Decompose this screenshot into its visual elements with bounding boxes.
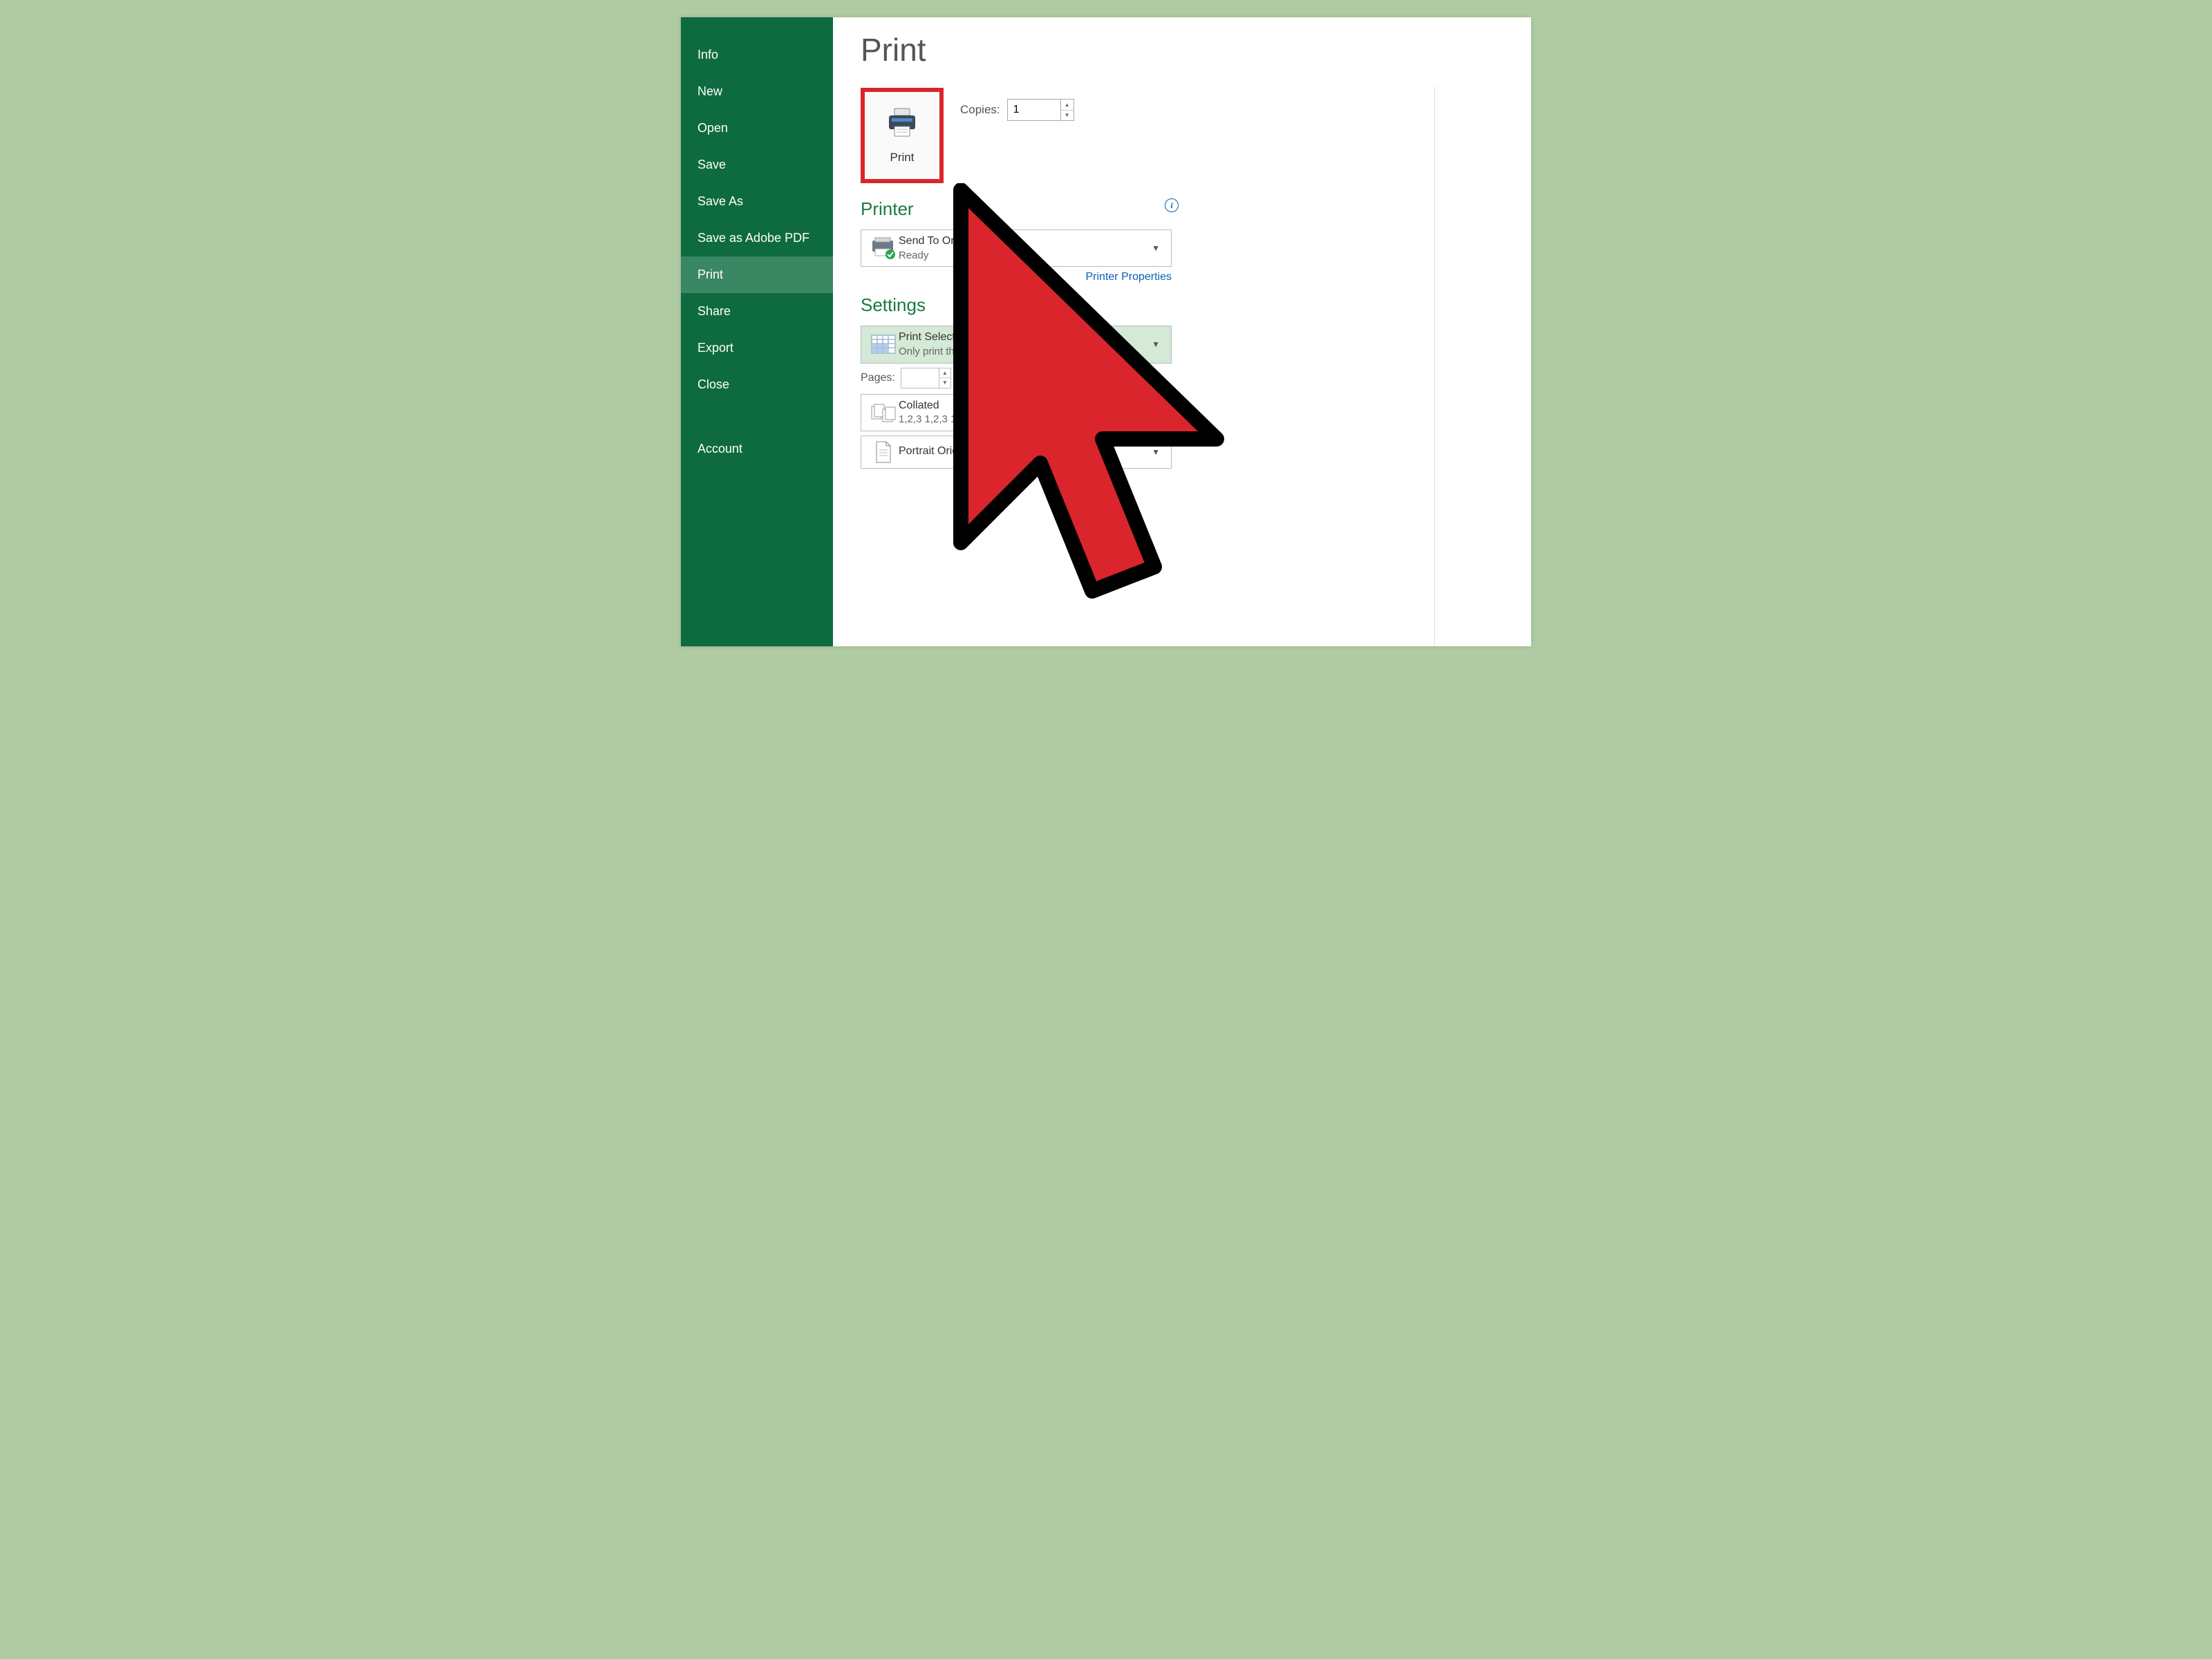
sidebar-item-new[interactable]: New xyxy=(681,73,833,110)
printer-selector[interactable]: Send To OneNote 2013 Ready ▼ xyxy=(861,229,1172,267)
backstage-window: Info New Open Save Save As Save as Adobe… xyxy=(681,17,1531,646)
sidebar-item-save[interactable]: Save xyxy=(681,147,833,183)
chevron-down-icon: ▼ xyxy=(1147,339,1164,349)
down-icon[interactable]: ▼ xyxy=(939,378,950,388)
copies-input[interactable] xyxy=(1008,100,1060,120)
chevron-down-icon: ▼ xyxy=(1147,243,1164,253)
copies-up-icon[interactable]: ▲ xyxy=(1061,100,1074,111)
sidebar-item-share[interactable]: Share xyxy=(681,293,833,330)
printer-section-title: Printer xyxy=(861,198,1503,220)
sidebar-item-export[interactable]: Export xyxy=(681,330,833,366)
pages-range-row: Pages: ▲ ▼ to ▲ ▼ xyxy=(861,368,1172,388)
pages-to-spinner[interactable]: ▲ ▼ xyxy=(971,368,1022,388)
chevron-down-icon: ▼ xyxy=(1147,408,1164,418)
print-scope-selector[interactable]: Print Selection Only print the current s… xyxy=(861,326,1172,363)
sidebar-item-print[interactable]: Print xyxy=(681,256,833,293)
collate-icon xyxy=(868,402,899,423)
copies-label: Copies: xyxy=(960,103,1000,117)
print-scope-line2: Only print the current selecti... xyxy=(899,345,1147,359)
pages-label: Pages: xyxy=(861,372,895,384)
collate-line1: Collated xyxy=(899,399,1147,413)
sidebar-item-close[interactable]: Close xyxy=(681,366,833,403)
orientation-line1: Portrait Orientation xyxy=(899,444,1147,459)
collate-selector[interactable]: Collated 1,2,3 1,2,3 1,2,3 ▼ xyxy=(861,394,1172,431)
page-title: Print xyxy=(861,31,1503,68)
printer-name: Send To OneNote 2013 xyxy=(899,234,1147,249)
down-icon[interactable]: ▼ xyxy=(1010,378,1021,388)
sidebar-item-save-as-pdf[interactable]: Save as Adobe PDF xyxy=(681,220,833,256)
sidebar-item-save-as[interactable]: Save As xyxy=(681,183,833,220)
print-button[interactable]: Print xyxy=(861,88,944,183)
print-scope-line1: Print Selection xyxy=(899,330,1147,345)
sidebar-item-info[interactable]: Info xyxy=(681,37,833,73)
chevron-down-icon: ▼ xyxy=(1147,447,1164,457)
preview-divider xyxy=(1434,86,1435,646)
up-icon[interactable]: ▲ xyxy=(1010,368,1021,379)
up-icon[interactable]: ▲ xyxy=(939,368,950,379)
portrait-page-icon xyxy=(868,440,899,464)
copies-down-icon[interactable]: ▼ xyxy=(1061,111,1074,121)
print-button-label: Print xyxy=(890,151,915,165)
printer-info-icon[interactable]: i xyxy=(1165,198,1179,212)
backstage-sidebar: Info New Open Save Save As Save as Adobe… xyxy=(681,17,833,646)
copies-control: Copies: ▲ ▼ xyxy=(960,99,1074,121)
sidebar-item-account[interactable]: Account xyxy=(681,431,833,467)
orientation-selector[interactable]: Portrait Orientation ▼ xyxy=(861,435,1172,469)
pages-to-label: to xyxy=(957,372,966,384)
grid-selection-icon xyxy=(868,335,899,354)
print-pane: Print Print xyxy=(833,17,1531,646)
printer-properties-link[interactable]: Printer Properties xyxy=(861,271,1172,283)
collate-line2: 1,2,3 1,2,3 1,2,3 xyxy=(899,413,1147,427)
printer-status: Ready xyxy=(899,249,1147,263)
sidebar-item-open[interactable]: Open xyxy=(681,110,833,147)
pages-from-input[interactable] xyxy=(901,368,939,388)
printer-icon xyxy=(885,107,919,140)
pages-from-spinner[interactable]: ▲ ▼ xyxy=(901,368,951,388)
copies-spinner[interactable]: ▲ ▼ xyxy=(1007,99,1074,121)
pages-to-input[interactable] xyxy=(972,368,1009,388)
printer-ready-icon xyxy=(868,236,899,260)
settings-section-title: Settings xyxy=(861,294,1503,316)
